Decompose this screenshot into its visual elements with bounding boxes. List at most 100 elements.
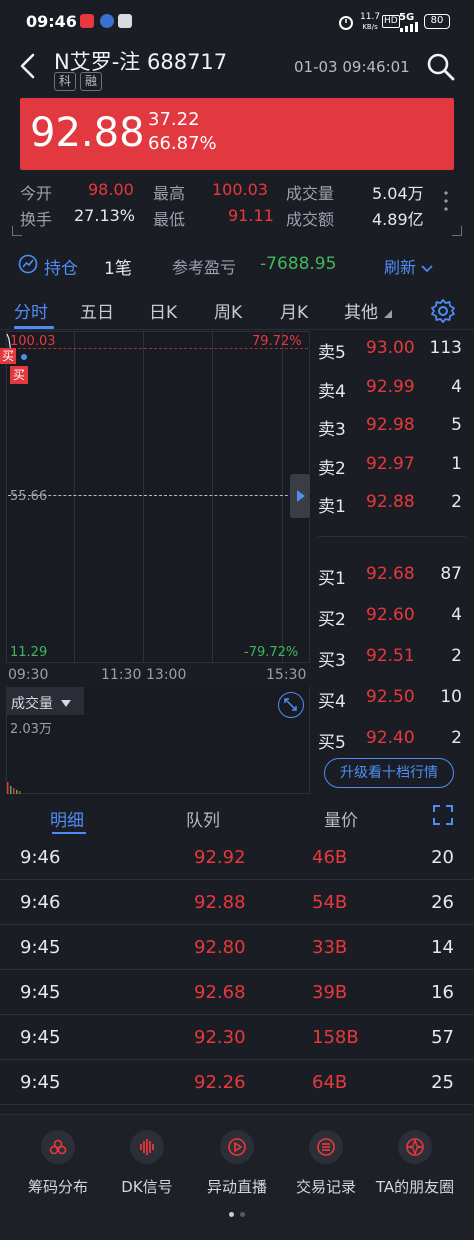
order-level-price: 92.99 <box>366 376 415 397</box>
dropdown-triangle-icon <box>384 310 392 318</box>
tab-detail[interactable]: 明细 <box>50 806 84 831</box>
price-card: 92.88 37.22 66.87% <box>20 98 454 170</box>
order-level-label: 买4 <box>318 692 346 712</box>
stat-amount-label: 成交额 <box>286 210 335 229</box>
play-right-icon <box>297 490 305 502</box>
trade-price: 92.68 <box>194 982 246 1003</box>
tab-other[interactable]: 其他 <box>344 298 378 323</box>
net-speed-unit: KB/s <box>362 23 378 31</box>
refresh-button[interactable]: 刷新 <box>384 254 433 278</box>
order-level-label: 卖4 <box>318 381 346 402</box>
stat-low-value: 91.11 <box>228 206 274 225</box>
chart-bottom-pct: -79.72% <box>244 645 299 660</box>
app-notification-icon <box>118 14 132 28</box>
stat-open-value: 98.00 <box>88 180 134 199</box>
trade-row: 9:46 92.92 46B 20 <box>0 836 474 880</box>
trade-row: 9:45 92.26 64B 25 <box>0 1061 474 1105</box>
bottom-nav-item[interactable]: DK信号 <box>102 1130 192 1197</box>
trade-volume: 33B <box>312 937 348 958</box>
signal-wave-icon <box>130 1130 164 1164</box>
back-arrow-icon[interactable] <box>16 52 40 80</box>
tab-queue[interactable]: 队列 <box>186 806 220 831</box>
grid-line <box>282 331 283 663</box>
order-level-qty: 1 <box>451 453 462 474</box>
page-dot-active <box>229 1212 234 1217</box>
more-dots-icon[interactable] <box>444 190 448 212</box>
bottom-nav-label: DK信号 <box>121 1178 173 1196</box>
order-book-toggle[interactable] <box>290 474 310 518</box>
intraday-chart[interactable] <box>6 331 310 663</box>
bottom-nav-item[interactable]: 交易记录 <box>281 1130 371 1197</box>
pnl-label: 参考盈亏 <box>172 258 237 277</box>
tab-weekly-k[interactable]: 周K <box>214 298 242 323</box>
order-level-price: 92.68 <box>366 564 415 584</box>
stat-volume-value: 5.04万 <box>372 184 424 203</box>
gear-icon[interactable] <box>430 298 456 324</box>
fullscreen-button[interactable] <box>278 692 304 718</box>
volume-label: 成交量 <box>11 696 53 712</box>
order-level-label: 买2 <box>318 610 346 630</box>
bottom-nav-label: 异动直播 <box>206 1178 267 1196</box>
trade-time: 9:45 <box>20 982 61 1003</box>
signal-icon <box>400 22 418 32</box>
tab-other-label: 其他 <box>344 303 378 323</box>
trade-time: 9:46 <box>20 847 61 868</box>
bottom-nav-item[interactable]: TA的朋友圈 <box>370 1130 460 1197</box>
volume-indicator-select[interactable]: 成交量 <box>6 687 84 715</box>
bottom-nav-item[interactable]: 异动直播 <box>192 1130 282 1197</box>
buy-marker[interactable]: 买 <box>0 348 16 364</box>
bottom-nav-item[interactable]: 筹码分布 <box>13 1130 103 1197</box>
page-dot <box>240 1212 245 1217</box>
order-level-label: 买5 <box>318 733 346 753</box>
trade-volume: 64B <box>312 1072 348 1093</box>
tab-intraday[interactable]: 分时 <box>14 298 48 323</box>
order-level-label: 卖5 <box>318 343 346 363</box>
order-level-qty: 87 <box>440 564 462 584</box>
stat-turnover-label: 换手 <box>20 210 53 229</box>
order-level-label: 卖2 <box>318 458 346 479</box>
tab-five-day[interactable]: 五日 <box>80 298 114 323</box>
bottom-nav-label: 筹码分布 <box>27 1178 88 1196</box>
volume-bars <box>7 782 21 794</box>
trade-count: 16 <box>431 982 454 1003</box>
order-level-qty: 2 <box>451 492 462 512</box>
stock-name: N艾罗-注 <box>54 50 141 74</box>
chevron-down-icon <box>421 265 433 273</box>
stat-open-label: 今开 <box>20 184 53 203</box>
play-icon <box>220 1130 254 1164</box>
triangle-down-icon <box>61 700 72 707</box>
order-level-price: 92.60 <box>366 605 415 625</box>
prev-close-line <box>8 495 308 496</box>
quote-datetime: 01-03 09:46:01 <box>294 58 410 76</box>
current-price: 92.88 <box>30 110 145 156</box>
search-icon[interactable] <box>426 52 456 82</box>
trade-price: 92.30 <box>194 1027 246 1048</box>
trade-time: 9:45 <box>20 1072 61 1093</box>
trade-volume: 158B <box>312 1027 359 1048</box>
trade-time: 9:46 <box>20 892 61 913</box>
status-time: 09:46 <box>26 12 77 31</box>
tab-monthly-k[interactable]: 月K <box>280 298 308 323</box>
active-tab-indicator <box>14 326 54 329</box>
corner-mark <box>452 226 462 236</box>
order-level-price: 92.97 <box>366 453 415 474</box>
stock-title: N艾罗-注 688717 <box>54 46 227 76</box>
order-level-price: 93.00 <box>366 338 415 358</box>
tab-daily-k[interactable]: 日K <box>149 298 177 323</box>
stock-code: 688717 <box>146 50 228 74</box>
tab-volume-price[interactable]: 量价 <box>324 806 358 831</box>
expand-icon[interactable] <box>432 804 454 826</box>
trade-volume: 54B <box>312 892 348 913</box>
refresh-label: 刷新 <box>384 258 417 277</box>
order-level-price: 92.88 <box>366 492 415 512</box>
trend-circle-icon <box>18 254 38 274</box>
buy-marker[interactable]: 买 <box>10 366 28 384</box>
stat-high-label: 最高 <box>153 184 186 203</box>
tag-margin: 融 <box>80 72 102 91</box>
order-level-qty: 4 <box>451 605 462 625</box>
upgrade-level10-button[interactable]: 升级看十档行情 <box>324 758 454 788</box>
order-book-divider <box>318 536 466 537</box>
change-amount: 37.22 <box>148 109 200 130</box>
battery-icon: 80 <box>424 14 450 29</box>
app-notification-icon <box>80 14 94 28</box>
